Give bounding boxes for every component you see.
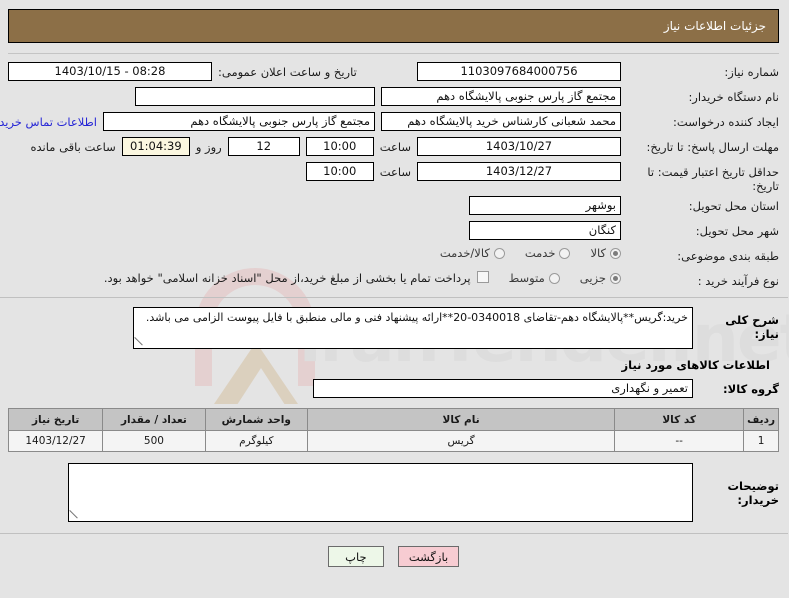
row-delivery-city: شهر محل تحویل: کنگان [9, 221, 780, 243]
goods-table-wrapper: ردیف کد کالا نام کالا واحد شمارش تعداد /… [0, 398, 789, 452]
table-row: 1 -- گریس کیلوگرم 500 1403/12/27 [8, 430, 780, 452]
radio-subject-kala[interactable]: کالا [577, 246, 622, 260]
goods-group-row: گروه کالا: تعمیر و نگهداری [0, 372, 789, 398]
cell-radif: 1 [744, 430, 780, 452]
need-number-value[interactable]: 1103097684000756 [418, 62, 622, 81]
row-need-number: شماره نیاز: 1103097684000756 تاریخ و ساع… [9, 62, 780, 84]
description-section: شرح کلی نیاز: خرید:گریس**پالایشگاه دهم-ت… [0, 298, 789, 349]
goods-table: ردیف کد کالا نام کالا واحد شمارش تعداد /… [8, 408, 780, 452]
countdown-days-value: 12 [228, 137, 301, 156]
radio-label-jozii: جزیی [580, 271, 607, 285]
price-validity-label: حداقل تاریخ اعتبار قیمت: تا تاریخ: [648, 165, 780, 193]
buyer-org-value[interactable]: مجتمع گاز پارس جنوبی پالایشگاه دهم [382, 87, 622, 106]
row-price-validity: حداقل تاریخ اعتبار قیمت: تا تاریخ: 1403/… [9, 162, 780, 193]
radio-icon-kala-khedmat[interactable] [494, 247, 506, 259]
page-root: iranTender.net جزئیات اطلاعات نیاز شماره… [0, 9, 789, 598]
creator-value[interactable]: محمد شعبانی کارشناس خرید پالایشگاه دهم [382, 112, 622, 131]
price-validity-time-label: ساعت [380, 164, 412, 179]
treasury-docs-checkbox[interactable] [477, 271, 490, 283]
radio-purchase-jozii[interactable]: جزیی [567, 271, 622, 285]
radio-icon-khedmat[interactable] [560, 247, 572, 259]
response-deadline-time-label: ساعت [380, 139, 412, 154]
radio-label-motevaset: متوسط [509, 271, 546, 285]
buyer-notes-textarea[interactable] [69, 463, 694, 522]
buyer-notes-section: توضیحات خریدار: [0, 452, 789, 522]
radio-subject-kala-khedmat[interactable]: کالا/خدمت [427, 246, 506, 260]
price-validity-date[interactable]: 1403/12/27 [418, 162, 622, 181]
announce-date-value[interactable]: 08:28 - 1403/10/15 [9, 62, 213, 81]
radio-icon-jozii[interactable] [611, 272, 622, 284]
print-button[interactable]: چاپ [328, 546, 385, 567]
countdown-remaining-label: ساعت باقی مانده [31, 139, 117, 154]
countdown-time-value: 01:04:39 [122, 137, 191, 156]
page-title-bar: جزئیات اطلاعات نیاز [9, 9, 780, 43]
row-delivery-province: استان محل تحویل: بوشهر [9, 196, 780, 218]
buyer-notes-label: توضیحات خریدار: [728, 478, 781, 507]
row-purchase-type: نوع فرآیند خرید : جزیی متوسط پرداخت تمام… [9, 271, 780, 293]
cell-unit: کیلوگرم [205, 430, 310, 452]
goods-group-label: گروه کالا: [724, 381, 780, 396]
delivery-province-value[interactable]: بوشهر [470, 196, 622, 215]
delivery-city-label: شهر محل تحویل: [696, 224, 780, 238]
radio-label-khedmat: خدمت [525, 246, 557, 260]
description-textarea[interactable]: خرید:گریس**پالایشگاه دهم-تقاضای 0340018-… [134, 307, 694, 349]
row-creator: ایجاد کننده درخواست: محمد شعبانی کارشناس… [0, 112, 780, 134]
delivery-province-label: استان محل تحویل: [689, 199, 780, 213]
response-deadline-label: مهلت ارسال پاسخ: تا تاریخ: [647, 140, 780, 154]
description-label: شرح کلی نیاز: [726, 313, 780, 341]
purchase-type-label: نوع فرآیند خرید : [698, 274, 780, 288]
subject-classification-label: طبقه بندی موضوعی: [678, 249, 780, 263]
col-code: کد کالا [615, 408, 746, 431]
delivery-city-value[interactable]: کنگان [470, 221, 622, 240]
creator-label: ایجاد کننده درخواست: [674, 115, 780, 129]
need-number-label: شماره نیاز: [725, 65, 780, 79]
page-title: جزئیات اطلاعات نیاز [664, 19, 767, 33]
radio-icon-kala[interactable] [611, 247, 622, 259]
treasury-docs-label: پرداخت تمام یا بخشی از مبلغ خرید،از محل … [104, 271, 472, 285]
back-button[interactable]: بازگشت [398, 546, 461, 567]
radio-subject-khedmat[interactable]: خدمت [512, 246, 572, 260]
announce-date-label: تاریخ و ساعت اعلان عمومی: [219, 64, 358, 79]
need-details-form: شماره نیاز: 1103097684000756 تاریخ و ساع… [0, 54, 789, 293]
price-validity-time[interactable]: 10:00 [306, 162, 375, 181]
countdown-days-label: روز و [196, 139, 223, 154]
row-response-deadline: مهلت ارسال پاسخ: تا تاریخ: 1403/10/27 سا… [9, 137, 780, 159]
cell-name: گریس [307, 430, 617, 452]
radio-label-kala-khedmat: کالا/خدمت [440, 246, 491, 260]
cell-code: -- [615, 430, 746, 452]
col-qty: تعداد / مقدار [103, 408, 207, 431]
notes-resize-grip-icon[interactable] [71, 510, 81, 520]
table-header-row: ردیف کد کالا نام کالا واحد شمارش تعداد /… [8, 408, 780, 431]
creator-org-value[interactable]: مجتمع گاز پارس جنوبی پالایشگاه دهم [104, 112, 376, 131]
col-unit: واحد شمارش [205, 408, 310, 431]
col-name: نام کالا [307, 408, 617, 431]
cell-needdate: 1403/12/27 [8, 430, 105, 452]
cell-qty: 500 [103, 430, 207, 452]
col-needdate: تاریخ نیاز [8, 408, 105, 431]
response-deadline-time[interactable]: 10:00 [306, 137, 375, 156]
response-deadline-date[interactable]: 1403/10/27 [418, 137, 622, 156]
col-radif: ردیف [744, 408, 780, 431]
row-subject-classification: طبقه بندی موضوعی: کالا خدمت کالا/خدمت [9, 246, 780, 268]
goods-section-heading: اطلاعات کالاهای مورد نیاز [622, 358, 771, 372]
row-buyer-org: نام دستگاه خریدار: مجتمع گاز پارس جنوبی … [9, 87, 780, 109]
radio-icon-motevaset[interactable] [549, 272, 561, 284]
radio-purchase-motevaset[interactable]: متوسط [496, 271, 561, 285]
buyer-org-label: نام دستگاه خریدار: [689, 90, 780, 104]
buyer-org-secondary-field[interactable] [136, 87, 376, 106]
footer-actions: بازگشت چاپ [0, 534, 789, 567]
goods-group-value[interactable]: تعمیر و نگهداری [314, 379, 694, 398]
radio-label-kala: کالا [591, 246, 607, 260]
buyer-contact-link[interactable]: اطلاعات تماس خریدار [0, 115, 98, 129]
resize-grip-icon[interactable] [136, 337, 146, 347]
